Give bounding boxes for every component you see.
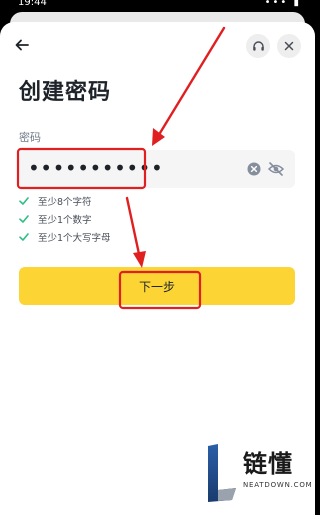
- close-icon: [284, 41, 294, 51]
- watermark-logo: 链懂 NEATDOWN.COM: [200, 442, 313, 504]
- arrow-left-icon: [15, 39, 29, 51]
- eye-off-icon[interactable]: [267, 161, 285, 177]
- password-value: •••••••••••: [28, 156, 164, 180]
- close-button[interactable]: [277, 34, 301, 58]
- rule-uppercase: 至少1个大写字母: [19, 230, 111, 244]
- watermark-site: NEATDOWN.COM: [243, 481, 313, 489]
- check-icon: [19, 215, 29, 223]
- support-button[interactable]: [246, 34, 270, 58]
- rule-text: 至少8个字符: [38, 197, 92, 208]
- page-title: 创建密码: [19, 80, 112, 105]
- watermark-brand: 链懂: [243, 450, 293, 478]
- back-button[interactable]: [10, 34, 34, 56]
- status-time: 19:44: [18, 0, 47, 8]
- rule-number: 至少1个数字: [19, 212, 92, 226]
- brand-logo-icon: [208, 444, 236, 502]
- check-icon: [19, 197, 29, 205]
- rule-min-length: 至少8个字符: [19, 194, 92, 208]
- status-icons: ••• ▮: [264, 0, 301, 8]
- rule-text: 至少1个大写字母: [38, 233, 111, 244]
- clear-icon[interactable]: [247, 162, 261, 176]
- headset-icon: [252, 40, 264, 51]
- password-label: 密码: [19, 131, 41, 144]
- next-button[interactable]: 下一步: [19, 267, 295, 305]
- check-icon: [19, 233, 29, 241]
- rule-text: 至少1个数字: [38, 215, 92, 226]
- password-input[interactable]: •••••••••••: [19, 150, 295, 188]
- next-button-label: 下一步: [138, 279, 175, 294]
